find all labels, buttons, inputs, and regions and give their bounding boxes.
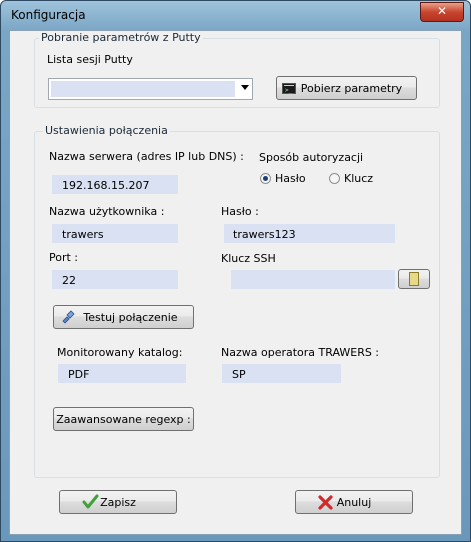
password-label: Hasło : bbox=[221, 205, 259, 218]
password-field[interactable]: trawers123 bbox=[224, 224, 395, 243]
close-icon: ✕ bbox=[436, 4, 448, 18]
port-label: Port : bbox=[49, 251, 79, 264]
advanced-regexp-button[interactable]: Zaawansowane regexp : bbox=[53, 407, 194, 431]
key-file-icon bbox=[409, 272, 419, 286]
dropdown-arrow-icon[interactable] bbox=[241, 85, 249, 90]
title-bar[interactable]: Konfiguracja ✕ bbox=[1, 1, 470, 31]
session-list-dropdown[interactable] bbox=[48, 78, 253, 100]
test-connection-label: Testuj połączenie bbox=[83, 310, 178, 324]
save-button[interactable]: Zapisz bbox=[59, 490, 177, 514]
test-connection-button[interactable]: Testuj połączenie bbox=[53, 305, 194, 329]
auth-password-radio[interactable] bbox=[260, 173, 271, 184]
fetch-parameters-label: Pobierz parametry bbox=[300, 81, 403, 95]
ssh-key-field[interactable] bbox=[231, 270, 395, 289]
connection-group-label: Ustawienia połączenia bbox=[43, 124, 170, 137]
advanced-regexp-label: Zaawansowane regexp : bbox=[56, 412, 191, 426]
auth-key-label[interactable]: Klucz bbox=[344, 172, 373, 185]
window-title: Konfiguracja bbox=[11, 8, 86, 22]
monitored-dir-field[interactable]: PDF bbox=[58, 364, 186, 383]
ssh-key-label: Klucz SSH bbox=[221, 252, 276, 265]
putty-group-label: Pobranie parametrów z Putty bbox=[39, 31, 203, 44]
operator-label: Nazwa operatora TRAWERS : bbox=[221, 346, 380, 359]
session-list-value bbox=[51, 81, 235, 97]
fetch-parameters-button[interactable]: >_ Pobierz parametry bbox=[276, 76, 417, 100]
close-button[interactable]: ✕ bbox=[420, 2, 464, 22]
monitored-dir-label: Monitorowany katalog: bbox=[57, 346, 183, 359]
username-label: Nazwa użytkownika : bbox=[49, 205, 165, 218]
dialog-window: Konfiguracja ✕ Pobranie parametrów z Put… bbox=[0, 0, 471, 542]
server-label: Nazwa serwera (adres IP lub DNS) : bbox=[49, 150, 244, 163]
username-field[interactable]: trawers bbox=[52, 224, 178, 243]
operator-field[interactable]: SP bbox=[222, 364, 341, 383]
session-list-label: Lista sesji Putty bbox=[47, 53, 133, 66]
server-field[interactable]: 192.168.15.207 bbox=[52, 175, 178, 194]
port-field[interactable]: 22 bbox=[52, 270, 178, 289]
auth-method-label: Sposób autoryzacji bbox=[259, 151, 364, 164]
browse-key-button[interactable] bbox=[398, 269, 430, 289]
save-label: Zapisz bbox=[100, 495, 136, 509]
cancel-label: Anuluj bbox=[336, 495, 372, 509]
auth-key-radio[interactable] bbox=[329, 173, 340, 184]
auth-password-label[interactable]: Hasło bbox=[275, 172, 306, 185]
cancel-button[interactable]: Anuluj bbox=[295, 490, 413, 514]
dialog-body: Pobranie parametrów z Putty Lista sesji … bbox=[9, 30, 462, 535]
